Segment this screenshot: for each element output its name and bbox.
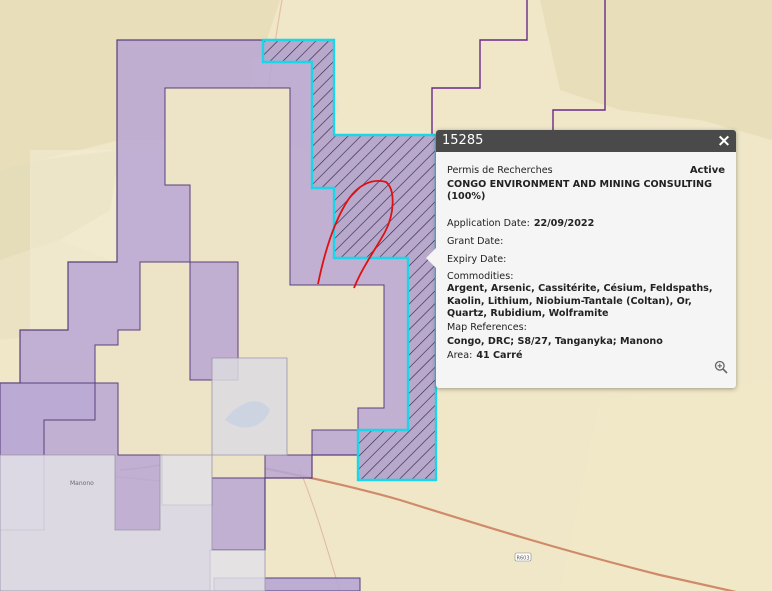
map-references-label: Map References: [447, 322, 527, 334]
popup-header: 15285 × [436, 130, 736, 152]
commodities-label: Commodities: [447, 271, 514, 283]
town-label: Manono [70, 480, 94, 487]
application-date-value: 22/09/2022 [533, 217, 595, 229]
application-date-row: Application Date: 22/09/2022 [447, 218, 725, 230]
expiry-date-row: Expiry Date: [447, 254, 725, 266]
zoom-in-icon[interactable] [714, 360, 728, 374]
commodities-value: Argent, Arsenic, Cassitérite, Césium, Fe… [447, 283, 713, 319]
area-label: Area: [447, 350, 473, 362]
grant-date-label: Grant Date: [447, 235, 504, 247]
licence-popup: 15285 × Permis de Recherches Active CONG… [426, 130, 736, 388]
area-value: 41 Carré [476, 350, 523, 362]
map-references-value: Congo, DRC; S8/27, Tanganyka; Manono [447, 336, 663, 348]
company-name: CONGO ENVIRONMENT AND MINING CONSULTING … [447, 179, 712, 203]
permit-type: Permis de Recherches [447, 165, 553, 176]
expiry-date-label: Expiry Date: [447, 254, 507, 266]
road-shield: R603 [514, 552, 532, 562]
popup-title: 15285 [442, 133, 484, 148]
application-date-label: Application Date: [447, 217, 530, 229]
popup-pointer [426, 248, 436, 268]
status-badge: Active [689, 165, 725, 176]
close-icon[interactable]: × [716, 130, 732, 152]
area-row: Area: 41 Carré [447, 350, 725, 362]
grant-date-row: Grant Date: [447, 236, 725, 248]
popup-body: Permis de Recherches Active CONGO ENVIRO… [436, 152, 736, 363]
svg-text:R603: R603 [516, 556, 529, 562]
